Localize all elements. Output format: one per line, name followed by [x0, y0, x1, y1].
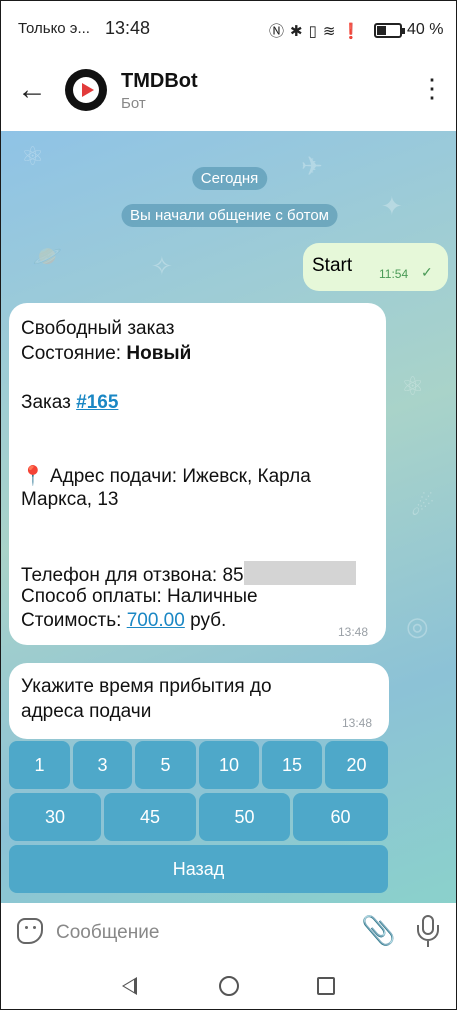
- time-button-15[interactable]: 15: [262, 741, 322, 789]
- status-icons: Ⓝ ✱ ▯ ≋ ❗: [269, 20, 360, 41]
- message-text: Start: [312, 255, 353, 276]
- outgoing-message[interactable]: Start 11:54 ✓: [303, 243, 448, 291]
- doodle-planet-icon: 🪐: [31, 241, 64, 271]
- time-button-30[interactable]: 30: [9, 793, 101, 841]
- message-time: 11:54: [379, 267, 409, 281]
- carrier-label: Только э...: [18, 20, 90, 37]
- message-time: 13:48: [342, 716, 373, 730]
- order-status: Состояние: Новый: [21, 343, 191, 365]
- time-button-45[interactable]: 45: [104, 793, 196, 841]
- cost-label: Стоимость:: [21, 610, 127, 631]
- chat-area[interactable]: ⚛ ✈ ✦ 🪐 ✧ ⚛ ☄ ◎ Сегодня Вы начали общени…: [1, 131, 456, 903]
- wifi-icon: ≋: [322, 22, 336, 40]
- doodle-ring-icon: ◎: [406, 611, 429, 641]
- time-button-50[interactable]: 50: [199, 793, 290, 841]
- battery-percent: 40 %: [407, 21, 444, 38]
- read-check-icon: ✓: [421, 264, 433, 280]
- chat-subtitle: Бот: [121, 95, 146, 112]
- system-message: Вы начали общение с ботом: [121, 204, 338, 227]
- avatar[interactable]: [65, 69, 107, 111]
- order-number-link[interactable]: #165: [76, 392, 118, 413]
- order-status-value: Новый: [126, 343, 192, 364]
- doodle-comet-icon: ☄: [411, 491, 435, 521]
- prompt-line-1: Укажите время прибытия до: [21, 676, 272, 697]
- system-nav-bar: [1, 961, 456, 1009]
- doodle-star-icon: ✧: [151, 251, 173, 281]
- message-input-bar: Сообщение 📎: [1, 903, 456, 961]
- vibrate-icon: ▯: [308, 22, 317, 40]
- phone-line: Телефон для отзвона: 85: [21, 561, 356, 587]
- time-button-3[interactable]: 3: [73, 741, 132, 789]
- back-button[interactable]: Назад: [9, 845, 388, 893]
- prompt-message[interactable]: Укажите время прибытия до адреса подачи …: [9, 663, 389, 739]
- address-text: Адрес подачи: Ижевск, Карла: [44, 466, 311, 487]
- time-button-10[interactable]: 10: [199, 741, 259, 789]
- order-message[interactable]: Свободный заказ Состояние: Новый Заказ #…: [9, 303, 386, 645]
- mic-stem: [427, 941, 429, 947]
- doodle-atom-icon: ⚛: [401, 371, 425, 401]
- nav-recents-icon[interactable]: [317, 977, 335, 995]
- order-type: Свободный заказ: [21, 318, 175, 339]
- cost-link[interactable]: 700.00: [127, 610, 185, 631]
- redacted-phone: [243, 561, 356, 585]
- nav-home-icon[interactable]: [219, 976, 239, 996]
- doodle-star-icon: ✦: [381, 191, 403, 221]
- payment-line: Способ оплаты: Наличные: [21, 586, 258, 607]
- message-time: 13:48: [338, 625, 369, 639]
- play-icon: [82, 83, 94, 97]
- time-button-5[interactable]: 5: [135, 741, 196, 789]
- attach-icon[interactable]: 📎: [361, 914, 396, 947]
- prompt-line-2: адреса подачи: [21, 701, 152, 722]
- nav-back-icon[interactable]: [122, 977, 137, 995]
- time-button-20[interactable]: 20: [325, 741, 388, 789]
- order-number: Заказ #165: [21, 392, 118, 414]
- battery-icon: [374, 23, 402, 38]
- chat-header: ← TMDBot Бот ⋮: [1, 61, 456, 131]
- cost-unit: руб.: [184, 610, 227, 631]
- time-button-1[interactable]: 1: [9, 741, 70, 789]
- order-status-label: Состояние:: [21, 343, 127, 364]
- address-line: 📍 Адрес подачи: Ижевск, Карла: [21, 464, 311, 488]
- phone-screen: Только э... 13:48 Ⓝ ✱ ▯ ≋ ❗ 40 % ← TMDBo…: [0, 0, 457, 1010]
- status-bar: Только э... 13:48 Ⓝ ✱ ▯ ≋ ❗ 40 %: [1, 1, 456, 61]
- battery-tip: [402, 28, 405, 34]
- nfc-icon: Ⓝ: [269, 23, 285, 40]
- doodle-rocket-icon: ✈: [301, 151, 323, 181]
- cost-line: Стоимость: 700.00 руб.: [21, 610, 226, 632]
- alert-icon: ❗: [341, 22, 361, 40]
- doodle-atom-icon: ⚛: [21, 141, 45, 171]
- more-menu-icon[interactable]: ⋮: [419, 73, 445, 103]
- microphone-icon[interactable]: [415, 915, 441, 949]
- back-arrow-icon[interactable]: ←: [17, 75, 47, 105]
- sticker-icon[interactable]: [17, 918, 43, 944]
- map-pin-icon: 📍: [21, 466, 45, 487]
- time-button-60[interactable]: 60: [293, 793, 388, 841]
- message-input[interactable]: Сообщение: [56, 922, 159, 944]
- order-number-label: Заказ: [21, 392, 77, 413]
- bluetooth-icon: ✱: [290, 22, 303, 40]
- phone-label: Телефон для отзвона: 85: [21, 565, 244, 586]
- mic-arc: [417, 925, 439, 941]
- address-line-2: Маркса, 13: [21, 489, 119, 510]
- clock: 13:48: [105, 18, 151, 38]
- date-separator: Сегодня: [191, 167, 268, 190]
- chat-title[interactable]: TMDBot: [121, 70, 198, 93]
